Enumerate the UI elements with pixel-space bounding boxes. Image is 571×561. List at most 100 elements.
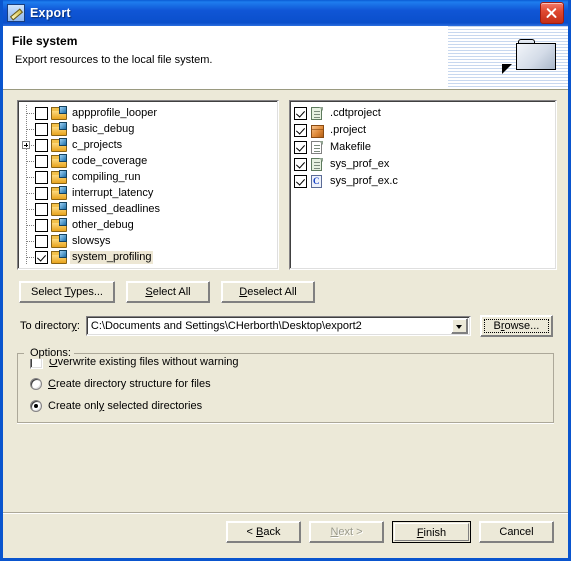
directory-input[interactable]: C:\Documents and Settings\CHerborth\Desk… (87, 320, 451, 332)
tree-item-system_profiling[interactable]: system_profiling (18, 249, 278, 265)
tree-item-label: missed_deadlines (72, 202, 161, 215)
file-item-checkbox[interactable] (294, 124, 308, 137)
tree-item-checkbox[interactable] (35, 234, 48, 248)
export-wizard-icon (7, 4, 25, 22)
option-create-directory-structure-for-files[interactable]: Create directory structure for files (18, 375, 553, 393)
resource-selection-area: appprofile_looper basic_debug c_projectsco… (3, 90, 568, 270)
tree-item-checkbox[interactable] (35, 138, 48, 152)
deselect-all-button[interactable]: Deselect All (221, 281, 315, 303)
directory-combo[interactable]: C:\Documents and Settings\CHerborth\Desk… (85, 316, 471, 336)
select-types-button[interactable]: Select Types... (19, 281, 115, 303)
tree-item-basic_debug[interactable]: basic_debug (18, 121, 278, 137)
tree-item-label: slowsys (72, 234, 111, 247)
to-directory-label: To directory: (20, 320, 80, 332)
title-bar: Export (3, 0, 568, 26)
tree-item-interrupt_latency[interactable]: interrupt_latency (18, 185, 278, 201)
to-directory-label-post: : (76, 320, 80, 332)
folder-tree-panel[interactable]: appprofile_looper basic_debug c_projectsco… (17, 100, 280, 270)
file-item-sys_prof_ex.c[interactable]: Csys_prof_ex.c (290, 173, 556, 190)
project-box-icon (310, 123, 325, 138)
option-create-only-selected-directories[interactable]: Create only selected directories (18, 397, 553, 415)
destination-directory-row: To directory: C:\Documents and Settings\… (3, 303, 568, 337)
file-list-panel[interactable]: .cdtproject .project Makefile sys_prof_ex Cs… (289, 100, 557, 270)
tree-connector (22, 121, 35, 137)
chevron-down-icon[interactable] (450, 318, 468, 334)
page-description: Export resources to the local file syste… (15, 54, 213, 66)
folder-icon (51, 250, 67, 264)
browse-button[interactable]: Browse... (479, 315, 553, 337)
tree-item-checkbox[interactable] (35, 186, 48, 200)
tree-item-c_projects[interactable]: c_projects (18, 137, 278, 153)
tree-item-slowsys[interactable]: slowsys (18, 233, 278, 249)
option-overwrite-existing-files-without-warning[interactable]: Overwrite existing files without warning (18, 353, 553, 371)
next-button: Next > (309, 521, 384, 543)
folder-icon (51, 218, 67, 232)
folder-icon (51, 202, 67, 216)
file-item-checkbox[interactable] (294, 107, 308, 120)
tree-item-code_coverage[interactable]: code_coverage (18, 153, 278, 169)
group-line-right (71, 353, 554, 354)
tree-connector (22, 233, 35, 249)
file-item-Makefile[interactable]: Makefile (290, 139, 556, 156)
arrow-icon (502, 64, 512, 74)
expand-plus-icon[interactable] (22, 137, 35, 153)
deselect-all-label-post: eselect All (247, 286, 297, 298)
option-radio[interactable] (30, 400, 42, 412)
tree-connector (22, 249, 35, 265)
tree-connector (22, 185, 35, 201)
folder-icon (51, 138, 67, 152)
wizard-header: File system Export resources to the loca… (3, 26, 568, 90)
select-all-label-post: elect All (152, 286, 191, 298)
file-item-.project[interactable]: .project (290, 122, 556, 139)
folder-icon (51, 122, 67, 136)
file-item-label: .cdtproject (330, 107, 381, 119)
tree-item-label: other_debug (72, 218, 134, 231)
wizard-button-bar: < Back Next > Finish Cancel (3, 521, 568, 543)
options-group-title: Options: (27, 347, 74, 359)
option-radio[interactable] (30, 378, 42, 390)
option-label: Create directory structure for files (48, 378, 211, 390)
file-item-label: sys_prof_ex (330, 158, 390, 170)
file-item-checkbox[interactable] (294, 141, 308, 154)
back-label-post: ack (263, 526, 281, 538)
footer-separator (3, 512, 568, 514)
tree-item-checkbox[interactable] (35, 106, 48, 120)
tree-item-missed_deadlines[interactable]: missed_deadlines (18, 201, 278, 217)
document-plain-icon (310, 140, 324, 155)
options-group: Options: Overwrite existing files withou… (17, 347, 554, 424)
file-item-checkbox[interactable] (294, 158, 308, 171)
folder-icon (51, 234, 67, 248)
select-all-button[interactable]: Select All (126, 281, 210, 303)
tree-connector (22, 217, 35, 233)
tree-item-checkbox[interactable] (35, 122, 48, 136)
option-label: Create only selected directories (48, 400, 203, 412)
tree-item-checkbox[interactable] (35, 250, 48, 264)
tree-item-checkbox[interactable] (35, 154, 48, 168)
next-label-post: ext > (338, 526, 363, 538)
tree-item-checkbox[interactable] (35, 218, 48, 232)
finish-mnemonic: F (416, 527, 424, 539)
back-button[interactable]: < Back (226, 521, 301, 543)
tree-item-compiling_run[interactable]: compiling_run (18, 169, 278, 185)
selection-button-row: Select Types... Select All Deselect All (3, 270, 568, 303)
tree-item-other_debug[interactable]: other_debug (18, 217, 278, 233)
tree-item-checkbox[interactable] (35, 170, 48, 184)
tree-item-checkbox[interactable] (35, 202, 48, 216)
tree-item-label: c_projects (72, 138, 123, 151)
window-title: Export (30, 6, 71, 20)
select-all-mnemonic: S (145, 286, 153, 298)
tree-item-label: appprofile_looper (72, 106, 158, 119)
folder-icon (51, 170, 67, 184)
cancel-button[interactable]: Cancel (479, 521, 554, 543)
tree-item-label: compiling_run (72, 170, 141, 183)
file-item-sys_prof_ex[interactable]: sys_prof_ex (290, 156, 556, 173)
file-item-label: .project (330, 124, 367, 136)
tree-item-label: interrupt_latency (72, 186, 154, 199)
close-icon[interactable] (540, 2, 564, 24)
file-item-checkbox[interactable] (294, 175, 308, 188)
tree-item-label: basic_debug (72, 122, 135, 135)
file-item-.cdtproject[interactable]: .cdtproject (290, 105, 556, 122)
tree-item-appprofile_looper[interactable]: appprofile_looper (18, 105, 278, 121)
folder-icon (51, 106, 67, 120)
finish-button[interactable]: Finish (392, 521, 471, 543)
